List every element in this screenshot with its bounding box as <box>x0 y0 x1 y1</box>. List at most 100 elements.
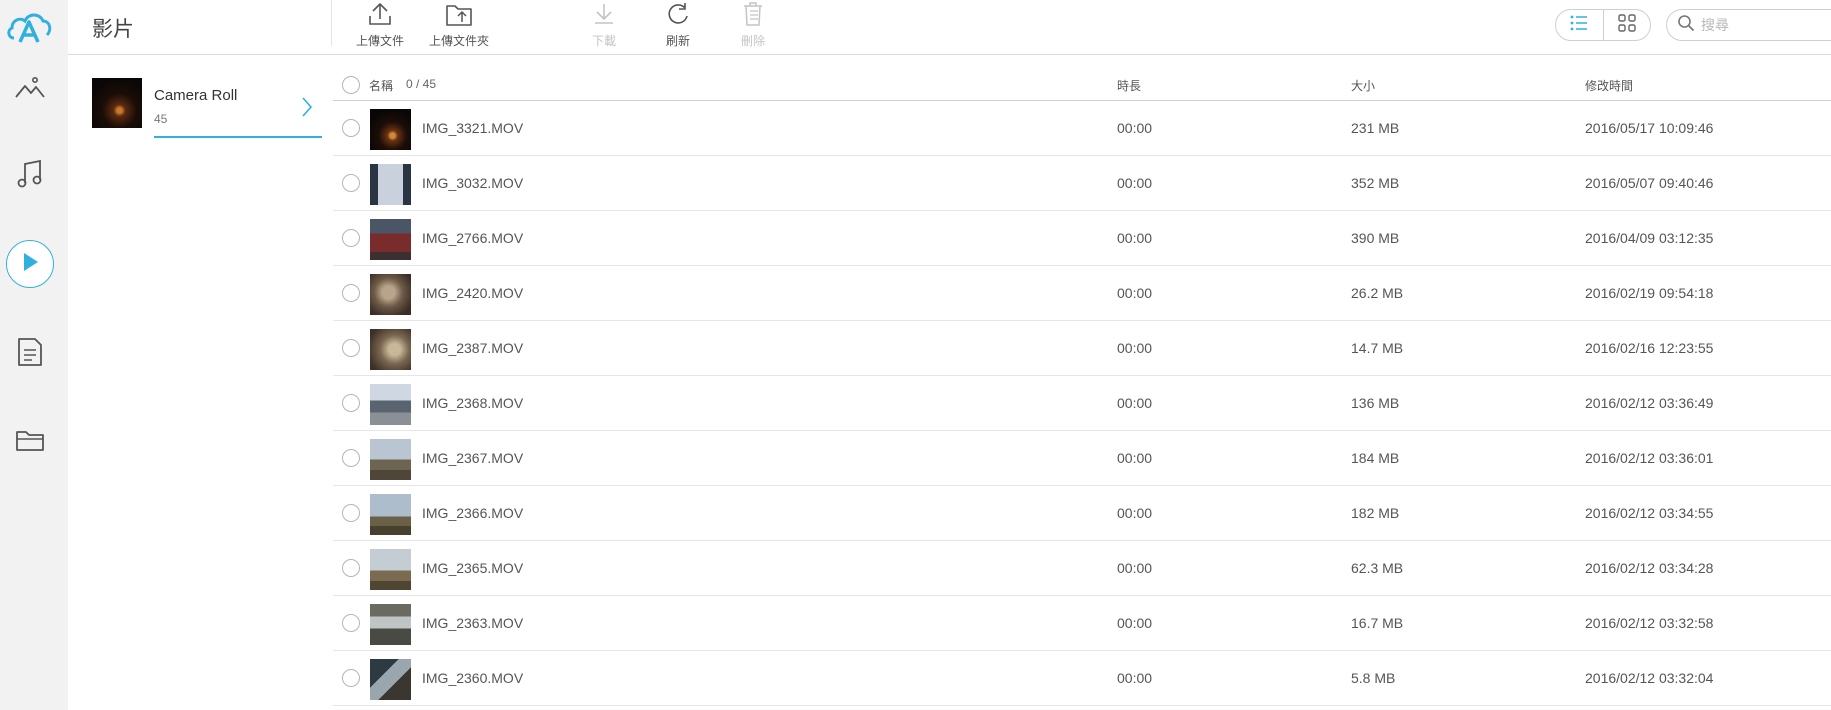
row-checkbox[interactable] <box>342 119 360 137</box>
app-window: 影片 上傳文件 上傳文件夾 下載 刷新 刪除 搜尋 Camera Roll 45… <box>0 0 1831 710</box>
row-checkbox[interactable] <box>342 449 360 467</box>
file-modified: 2016/02/12 03:34:28 <box>1585 560 1714 576</box>
download-button[interactable]: 下載 <box>586 0 622 50</box>
row-checkbox[interactable] <box>342 504 360 522</box>
file-duration: 00:00 <box>1117 230 1153 246</box>
column-header-name[interactable]: 名稱 <box>369 77 393 94</box>
nav-folders[interactable] <box>6 418 54 466</box>
document-icon <box>17 337 43 372</box>
file-duration: 00:00 <box>1117 395 1153 411</box>
video-thumbnail <box>370 329 411 370</box>
upload-folder-icon <box>445 1 473 30</box>
file-name: IMG_3321.MOV <box>422 120 524 136</box>
file-modified: 2016/02/16 12:23:55 <box>1585 340 1714 356</box>
file-duration: 00:00 <box>1117 285 1153 301</box>
file-duration: 00:00 <box>1117 670 1153 686</box>
file-size: 62.3 MB <box>1351 560 1404 576</box>
column-header-modified[interactable]: 修改時間 <box>1585 77 1633 94</box>
file-name: IMG_2360.MOV <box>422 670 524 686</box>
row-checkbox[interactable] <box>342 339 360 357</box>
nav-photos[interactable] <box>6 66 54 114</box>
delete-label: 刪除 <box>740 34 765 48</box>
grid-view-button[interactable] <box>1602 10 1650 40</box>
file-duration: 00:00 <box>1117 560 1153 576</box>
row-checkbox[interactable] <box>342 614 360 632</box>
refresh-button[interactable]: 刷新 <box>660 0 696 50</box>
video-thumbnail <box>370 274 411 315</box>
album-name: Camera Roll <box>154 87 238 104</box>
table-row[interactable]: IMG_3321.MOV 00:00 231 MB 2016/05/17 10:… <box>333 101 1831 156</box>
upload-file-button[interactable]: 上傳文件 <box>354 0 406 50</box>
nav-music[interactable] <box>6 152 54 200</box>
table-header: 名稱 0 / 45 時長 大小 修改時間 <box>333 70 1831 101</box>
file-duration: 00:00 <box>1117 175 1153 191</box>
row-checkbox[interactable] <box>342 559 360 577</box>
file-size: 5.8 MB <box>1351 670 1396 686</box>
refresh-label: 刷新 <box>665 34 690 48</box>
delete-button[interactable]: 刪除 <box>735 0 771 50</box>
table-row[interactable]: IMG_2387.MOV 00:00 14.7 MB 2016/02/16 12… <box>333 321 1831 376</box>
table-row[interactable]: IMG_2368.MOV 00:00 136 MB 2016/02/12 03:… <box>333 376 1831 431</box>
table-row[interactable]: IMG_2367.MOV 00:00 184 MB 2016/02/12 03:… <box>333 431 1831 486</box>
video-thumbnail <box>370 494 411 535</box>
column-header-size[interactable]: 大小 <box>1351 77 1375 94</box>
file-name: IMG_2363.MOV <box>422 615 524 631</box>
search-icon <box>1677 14 1695 37</box>
video-thumbnail <box>370 659 411 700</box>
video-thumbnail <box>370 549 411 590</box>
table-row[interactable]: IMG_3032.MOV 00:00 352 MB 2016/05/07 09:… <box>333 156 1831 211</box>
file-size: 352 MB <box>1351 175 1400 191</box>
file-name: IMG_2367.MOV <box>422 450 524 466</box>
music-icon <box>16 159 44 194</box>
selection-count: 0 / 45 <box>406 77 437 91</box>
file-size: 16.7 MB <box>1351 615 1404 631</box>
list-view-icon <box>1570 15 1588 36</box>
file-modified: 2016/02/12 03:36:49 <box>1585 395 1714 411</box>
top-toolbar: 影片 上傳文件 上傳文件夾 下載 刷新 刪除 搜尋 <box>68 0 1831 55</box>
file-size: 231 MB <box>1351 120 1400 136</box>
table-body: IMG_3321.MOV 00:00 231 MB 2016/05/17 10:… <box>333 101 1831 706</box>
table-row[interactable]: IMG_2766.MOV 00:00 390 MB 2016/04/09 03:… <box>333 211 1831 266</box>
nav-video[interactable] <box>6 240 54 288</box>
table-row[interactable]: IMG_2365.MOV 00:00 62.3 MB 2016/02/12 03… <box>333 541 1831 596</box>
album-thumbnail <box>92 78 142 128</box>
video-thumbnail <box>370 109 411 150</box>
file-name: IMG_2366.MOV <box>422 505 524 521</box>
upload-folder-button[interactable]: 上傳文件夾 <box>425 0 493 50</box>
app-logo <box>6 8 52 46</box>
list-view-button[interactable] <box>1556 10 1603 40</box>
left-nav-rail <box>0 0 68 710</box>
file-duration: 00:00 <box>1117 450 1153 466</box>
file-size: 182 MB <box>1351 505 1400 521</box>
file-modified: 2016/02/12 03:34:55 <box>1585 505 1714 521</box>
row-checkbox[interactable] <box>342 284 360 302</box>
file-duration: 00:00 <box>1117 340 1153 356</box>
photos-icon <box>14 75 46 106</box>
row-checkbox[interactable] <box>342 394 360 412</box>
row-checkbox[interactable] <box>342 669 360 687</box>
column-header-duration[interactable]: 時長 <box>1117 77 1141 94</box>
folder-icon <box>15 428 45 457</box>
trash-icon <box>742 1 764 30</box>
table-row[interactable]: IMG_2366.MOV 00:00 182 MB 2016/02/12 03:… <box>333 486 1831 541</box>
select-all-checkbox[interactable] <box>342 76 360 94</box>
file-size: 14.7 MB <box>1351 340 1404 356</box>
file-size: 136 MB <box>1351 395 1400 411</box>
nav-documents[interactable] <box>6 330 54 378</box>
table-row[interactable]: IMG_2360.MOV 00:00 5.8 MB 2016/02/12 03:… <box>333 651 1831 706</box>
file-table: 名稱 0 / 45 時長 大小 修改時間 IMG_3321.MOV 00:00 … <box>333 70 1831 706</box>
video-thumbnail <box>370 384 411 425</box>
file-modified: 2016/05/17 10:09:46 <box>1585 120 1714 136</box>
table-row[interactable]: IMG_2363.MOV 00:00 16.7 MB 2016/02/12 03… <box>333 596 1831 651</box>
row-checkbox[interactable] <box>342 229 360 247</box>
album-camera-roll[interactable]: Camera Roll 45 <box>92 78 322 138</box>
file-name: IMG_2766.MOV <box>422 230 524 246</box>
table-row[interactable]: IMG_2420.MOV 00:00 26.2 MB 2016/02/19 09… <box>333 266 1831 321</box>
file-name: IMG_2387.MOV <box>422 340 524 356</box>
refresh-icon <box>665 1 691 30</box>
search-input[interactable] <box>1701 17 1831 33</box>
chevron-right-icon <box>300 95 314 124</box>
download-label: 下載 <box>591 34 616 48</box>
video-thumbnail <box>370 604 411 645</box>
row-checkbox[interactable] <box>342 174 360 192</box>
